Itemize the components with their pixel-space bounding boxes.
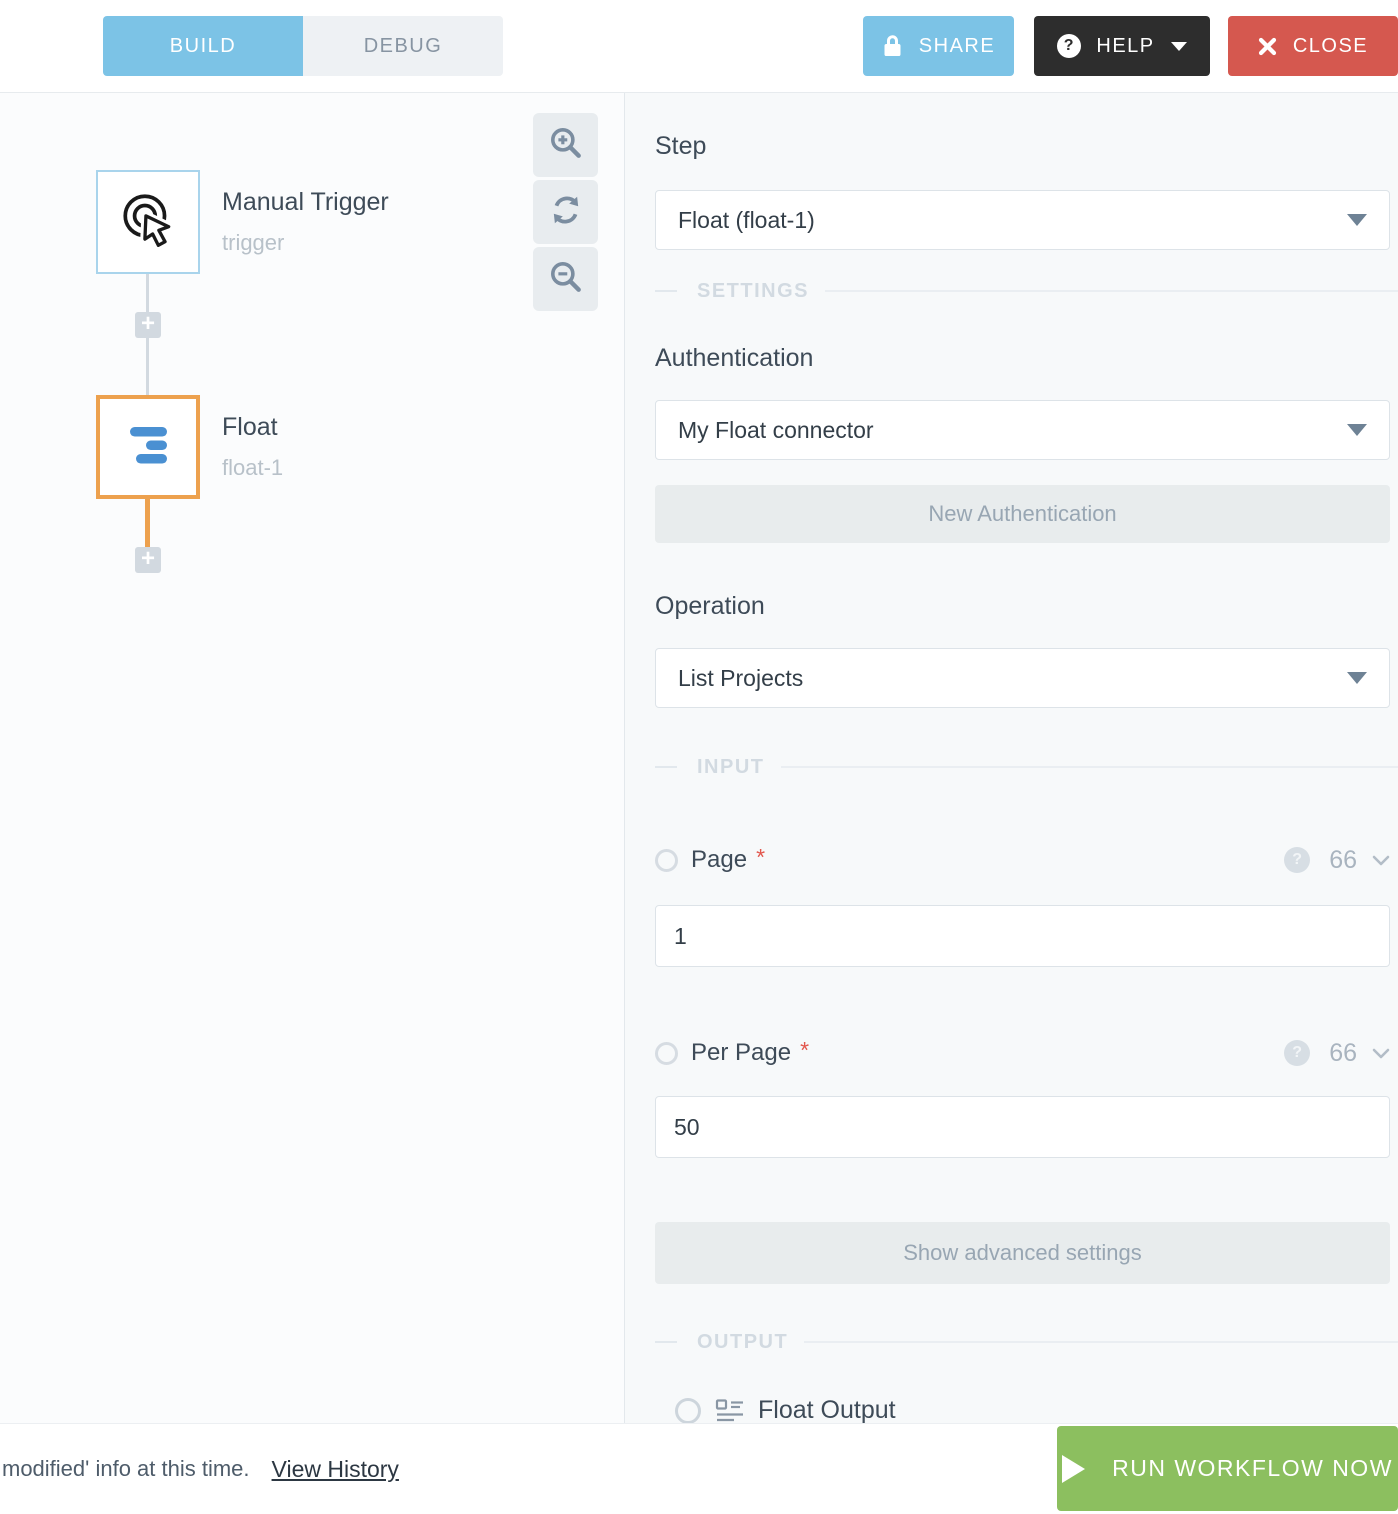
page-input[interactable]: [655, 905, 1390, 967]
per-page-help-icon[interactable]: ?: [1284, 1040, 1310, 1066]
node-title: Float: [222, 413, 283, 442]
input-section-label: INPUT: [697, 756, 765, 779]
divider-dash: [655, 290, 677, 292]
workflow-canvas[interactable]: Manual Trigger trigger +: [0, 93, 625, 1423]
node-manual-trigger[interactable]: Manual Trigger trigger: [96, 170, 389, 274]
run-workflow-now-button[interactable]: RUN WORKFLOW NOW: [1057, 1426, 1398, 1511]
step-select[interactable]: Float (float-1): [655, 190, 1390, 250]
float-output-toggle[interactable]: [675, 1398, 701, 1424]
divider-dash: [655, 766, 677, 768]
view-history-link[interactable]: View History: [272, 1456, 399, 1483]
close-label: CLOSE: [1293, 35, 1368, 58]
operation-select-value: List Projects: [678, 665, 803, 692]
main-area: Manual Trigger trigger +: [0, 93, 1398, 1423]
output-section-label: OUTPUT: [697, 1331, 788, 1354]
refresh-icon: [548, 192, 584, 233]
float-output-row[interactable]: Float Output: [675, 1396, 1390, 1423]
authentication-heading: Authentication: [655, 344, 1390, 373]
manual-trigger-node-box[interactable]: [96, 170, 200, 274]
manual-trigger-text: Manual Trigger trigger: [222, 188, 389, 256]
input-section-divider: INPUT: [655, 755, 1398, 779]
share-label: SHARE: [919, 35, 995, 58]
per-page-type-badge: 66: [1329, 1039, 1357, 1068]
workflow-builder-app: BUILD DEBUG SHARE ? HELP: [0, 0, 1398, 1514]
build-debug-tab-group: BUILD DEBUG: [103, 16, 503, 76]
operation-select[interactable]: List Projects: [655, 648, 1390, 708]
plus-icon: +: [141, 314, 155, 334]
new-authentication-button[interactable]: New Authentication: [655, 485, 1390, 543]
add-step-button-2[interactable]: +: [135, 547, 161, 573]
operation-heading: Operation: [655, 592, 1390, 621]
node-subtitle: trigger: [222, 230, 389, 256]
tab-build[interactable]: BUILD: [103, 16, 303, 76]
divider-line: [825, 290, 1398, 292]
float-node-box[interactable]: [96, 395, 200, 499]
run-workflow-label: RUN WORKFLOW NOW: [1112, 1455, 1393, 1482]
authentication-select-value: My Float connector: [678, 417, 874, 444]
close-button[interactable]: CLOSE: [1228, 16, 1398, 76]
node-subtitle: float-1: [222, 455, 283, 481]
add-step-button-1[interactable]: +: [135, 312, 161, 338]
plus-icon: +: [141, 549, 155, 569]
page-help-icon[interactable]: ?: [1284, 847, 1310, 873]
help-button[interactable]: ? HELP: [1034, 16, 1210, 76]
page-type-badge: 66: [1329, 846, 1357, 875]
share-button[interactable]: SHARE: [863, 16, 1014, 76]
per-page-input[interactable]: [655, 1096, 1390, 1158]
step-heading: Step: [655, 132, 1390, 161]
connector-line-orange: [145, 499, 150, 547]
zoom-out-icon: [547, 258, 585, 301]
zoom-in-button[interactable]: [533, 113, 598, 177]
close-x-icon: [1258, 37, 1277, 56]
chevron-down-icon[interactable]: [1372, 1048, 1390, 1059]
float-bars-icon: [120, 416, 177, 478]
output-schema-icon: [715, 1398, 745, 1424]
play-icon: [1062, 1455, 1085, 1483]
chevron-down-icon[interactable]: [1372, 855, 1390, 866]
step-select-value: Float (float-1): [678, 207, 815, 234]
footer-message: modified' info at this time.: [2, 1456, 250, 1482]
show-advanced-settings-button[interactable]: Show advanced settings: [655, 1222, 1390, 1284]
output-section-divider: OUTPUT: [655, 1330, 1398, 1354]
lock-icon: [882, 34, 903, 58]
help-label: HELP: [1096, 35, 1154, 58]
field-row-page: Page * ? 66: [655, 845, 1390, 875]
zoom-in-icon: [547, 124, 585, 167]
new-authentication-label: New Authentication: [928, 501, 1116, 527]
float-output-label: Float Output: [758, 1396, 896, 1423]
caret-down-icon: [1347, 214, 1367, 226]
divider-dash: [655, 1341, 677, 1343]
per-page-field-label: Per Page: [691, 1039, 791, 1067]
authentication-select[interactable]: My Float connector: [655, 400, 1390, 460]
footer-bar: modified' info at this time. View Histor…: [0, 1423, 1398, 1514]
show-advanced-settings-label: Show advanced settings: [903, 1240, 1142, 1266]
divider-line: [781, 766, 1398, 768]
node-title: Manual Trigger: [222, 188, 389, 217]
question-circle-icon: ?: [1057, 34, 1081, 58]
caret-down-icon: [1171, 42, 1187, 51]
divider-line: [804, 1341, 1398, 1343]
settings-section-divider: SETTINGS: [655, 279, 1398, 303]
per-page-jsonpath-toggle[interactable]: [655, 1042, 678, 1065]
header-bar: BUILD DEBUG SHARE ? HELP: [0, 0, 1398, 93]
required-asterisk: *: [756, 844, 765, 871]
float-node-text: Float float-1: [222, 413, 283, 481]
caret-down-icon: [1347, 424, 1367, 436]
field-row-per-page: Per Page * ? 66: [655, 1038, 1390, 1068]
tab-debug[interactable]: DEBUG: [303, 16, 503, 76]
node-float[interactable]: Float float-1: [96, 395, 283, 499]
caret-down-icon: [1347, 672, 1367, 684]
page-jsonpath-toggle[interactable]: [655, 849, 678, 872]
page-field-label: Page: [691, 846, 747, 874]
manual-trigger-click-icon: [118, 189, 178, 256]
step-properties-panel: Step Float (float-1) SETTINGS Authentica…: [625, 93, 1398, 1423]
zoom-out-button[interactable]: [533, 247, 598, 311]
required-asterisk: *: [800, 1037, 809, 1064]
reset-zoom-button[interactable]: [533, 180, 598, 244]
settings-section-label: SETTINGS: [697, 280, 809, 303]
